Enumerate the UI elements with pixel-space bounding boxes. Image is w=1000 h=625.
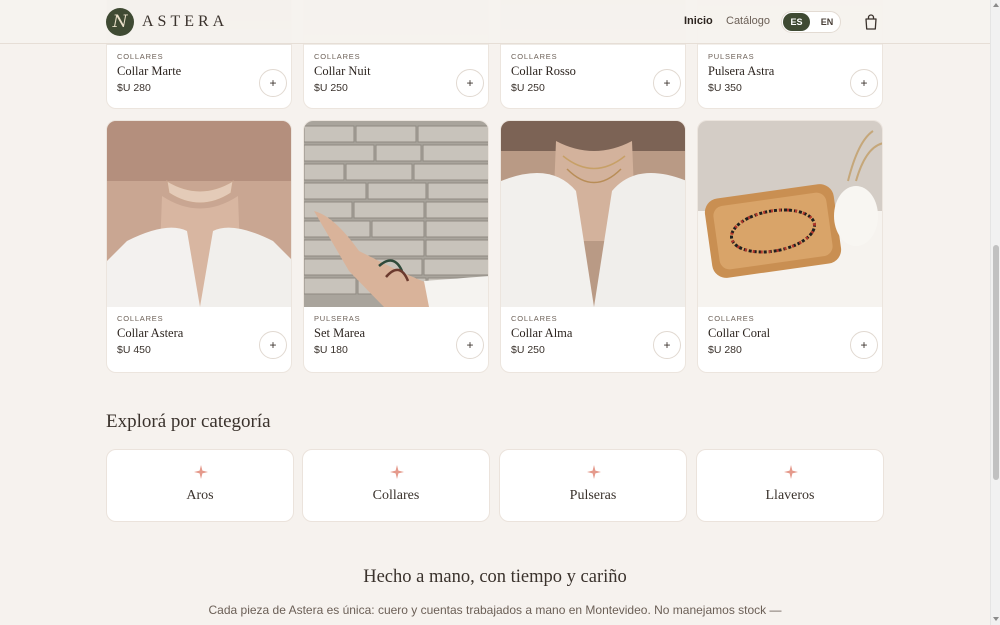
category-tile-collares[interactable]: Collares [302,449,490,522]
product-photo [698,121,882,307]
nav-link-catalogo[interactable]: Catálogo [726,15,770,27]
category-label: Aros [186,488,214,503]
product-card[interactable]: COLLARES Collar Alma $U 250 + [500,120,686,373]
product-category: COLLARES [511,314,558,323]
logo-mark[interactable]: N [106,8,134,36]
lang-en-button[interactable]: EN [814,13,840,31]
product-category: COLLARES [511,52,558,61]
product-info: PULSERAS Pulsera Astra $U 350 + [698,45,882,108]
product-category: PULSERAS [708,52,755,61]
lang-es-button[interactable]: ES [783,13,810,31]
add-to-cart-button[interactable]: + [456,69,484,97]
add-to-cart-button[interactable]: + [850,69,878,97]
page-scrollbar[interactable] [990,0,1000,625]
category-label: Llaveros [765,488,815,503]
product-name[interactable]: Collar Marte [117,64,181,79]
sparkle-icon [587,465,601,479]
add-to-cart-button[interactable]: + [259,331,287,359]
handmade-title: Hecho a mano, con tiempo y cariño [363,567,627,587]
product-name[interactable]: Collar Alma [511,326,572,341]
product-price: $U 350 [708,82,742,94]
product-info: PULSERAS Set Marea $U 180 + [304,307,488,372]
product-price: $U 450 [117,344,151,356]
brand-name[interactable]: ASTERA [142,13,228,31]
category-tile-pulseras[interactable]: Pulseras [499,449,687,522]
product-category: COLLARES [117,52,164,61]
categories-section-title: Explorá por categoría [106,411,271,432]
add-to-cart-button[interactable]: + [850,331,878,359]
product-price: $U 280 [117,82,151,94]
product-photo [107,121,291,307]
category-tile-aros[interactable]: Aros [106,449,294,522]
product-info: COLLARES Collar Astera $U 450 + [107,307,291,372]
product-category: COLLARES [708,314,755,323]
product-info: COLLARES Collar Marte $U 280 + [107,45,291,108]
category-tile-llaveros[interactable]: Llaveros [696,449,884,522]
scroll-up-arrow-icon[interactable] [993,3,999,7]
sparkle-icon [784,465,798,479]
product-name[interactable]: Collar Rosso [511,64,576,79]
handmade-text: Cada pieza de Astera es única: cuero y c… [208,603,782,617]
scroll-down-arrow-icon[interactable] [993,617,999,621]
add-to-cart-button[interactable]: + [259,69,287,97]
product-card[interactable]: COLLARES Collar Astera $U 450 + [106,120,292,373]
category-label: Collares [372,488,420,503]
product-photo [304,121,488,307]
product-info: COLLARES Collar Nuit $U 250 + [304,45,488,108]
product-name[interactable]: Collar Nuit [314,64,371,79]
product-category: COLLARES [314,52,361,61]
product-name[interactable]: Collar Astera [117,326,183,341]
add-to-cart-button[interactable]: + [653,331,681,359]
product-price: $U 250 [511,344,545,356]
product-price: $U 280 [708,344,742,356]
product-price: $U 180 [314,344,348,356]
product-card[interactable]: COLLARES Collar Coral $U 280 + [697,120,883,373]
category-label: Pulseras [569,488,617,503]
language-toggle: ES EN [781,11,841,33]
nav-link-inicio[interactable]: Inicio [684,15,713,27]
product-price: $U 250 [314,82,348,94]
product-photo [501,121,685,307]
site-header: N ASTERA Inicio Catálogo ES EN [0,0,990,44]
product-price: $U 250 [511,82,545,94]
page: N ASTERA Inicio Catálogo ES EN COLLARES … [0,0,990,625]
product-category: PULSERAS [314,314,361,323]
product-info: COLLARES Collar Coral $U 280 + [698,307,882,372]
product-name[interactable]: Pulsera Astra [708,64,774,79]
sparkle-icon [390,465,404,479]
add-to-cart-button[interactable]: + [456,331,484,359]
product-name[interactable]: Collar Coral [708,326,770,341]
product-name[interactable]: Set Marea [314,326,365,341]
add-to-cart-button[interactable]: + [653,69,681,97]
product-info: COLLARES Collar Rosso $U 250 + [501,45,685,108]
product-card[interactable]: PULSERAS Set Marea $U 180 + [303,120,489,373]
sparkle-icon [194,465,208,479]
product-category: COLLARES [117,314,164,323]
scrollbar-thumb[interactable] [993,245,999,480]
product-info: COLLARES Collar Alma $U 250 + [501,307,685,372]
shopping-bag-icon[interactable] [864,14,878,30]
